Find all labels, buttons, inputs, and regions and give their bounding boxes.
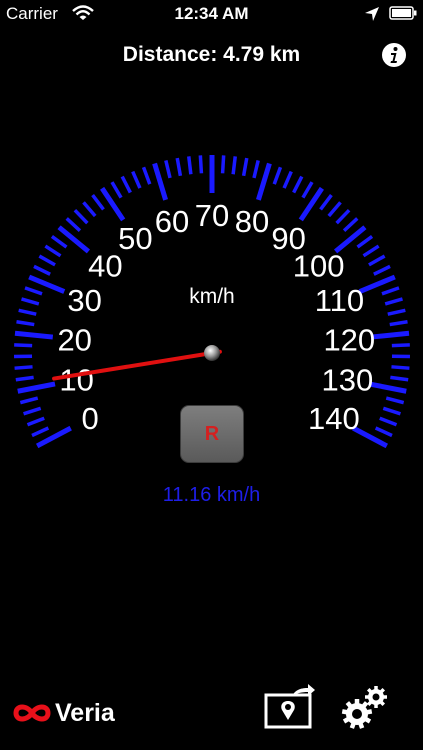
minor-tick (120, 175, 132, 194)
minor-tick (31, 426, 50, 438)
major-tick (256, 162, 272, 201)
minor-tick (50, 235, 68, 249)
minor-tick (141, 166, 152, 185)
minor-tick (16, 320, 35, 327)
tick-label: 80 (235, 204, 269, 239)
minor-tick (292, 175, 304, 194)
minor-tick (15, 375, 34, 382)
minor-tick (14, 365, 33, 370)
minor-tick (21, 297, 40, 306)
tick-label: 70 (195, 198, 229, 233)
minor-tick (362, 244, 380, 258)
minor-tick (373, 264, 391, 276)
major-tick (370, 330, 410, 340)
minor-tick (327, 201, 342, 218)
minor-tick (252, 160, 260, 179)
minor-tick (82, 201, 97, 218)
minor-tick (65, 217, 82, 232)
infinity-logo-icon (13, 704, 51, 722)
tick-label: 20 (57, 322, 91, 357)
minor-tick (175, 157, 183, 177)
minor-tick (241, 157, 249, 177)
minor-tick (335, 208, 351, 225)
minor-tick (342, 217, 359, 232)
minor-tick (14, 343, 33, 348)
speedometer-gauge: 01020304050 60 70 80 90100110120130140 km/h (14, 155, 410, 449)
tick-label: 50 (118, 221, 152, 256)
major-tick (368, 381, 407, 394)
minor-tick (356, 235, 374, 249)
tick-label: 110 (315, 283, 364, 318)
minor-tick (33, 264, 51, 276)
unit-label: km/h (189, 285, 235, 308)
minor-tick (231, 156, 237, 175)
minor-tick (282, 170, 293, 189)
minor-tick (26, 416, 45, 427)
minor-tick (91, 193, 105, 211)
tick-label: 130 (322, 363, 374, 398)
minor-tick (384, 297, 403, 306)
minor-tick (390, 375, 409, 382)
brand-logo: Veria (12, 697, 115, 729)
minor-tick (44, 244, 62, 258)
minor-tick (385, 396, 405, 405)
brand-name: Veria (55, 698, 115, 727)
minor-tick (19, 396, 39, 405)
tick-label: 10 (59, 363, 93, 398)
tick-label: 140 (308, 401, 360, 436)
map-share-icon[interactable] (264, 684, 316, 730)
minor-tick (381, 286, 400, 296)
tick-label: 0 (82, 401, 99, 436)
major-tick (57, 225, 91, 254)
minor-tick (272, 166, 283, 185)
tick-label: 120 (323, 322, 375, 357)
minor-tick (319, 193, 333, 211)
tick-label: 60 (155, 204, 189, 239)
minor-tick (391, 365, 410, 370)
minor-tick (24, 286, 43, 296)
minor-tick (18, 308, 37, 316)
minor-tick (187, 156, 193, 175)
minor-tick (164, 160, 172, 179)
current-speed-readout: 11.16 km/h (162, 484, 261, 506)
major-tick (14, 330, 54, 340)
minor-tick (23, 406, 42, 416)
minor-tick (198, 155, 204, 174)
minor-tick (382, 406, 401, 416)
tick-label: 100 (293, 248, 345, 283)
minor-tick (379, 416, 398, 427)
gear-indicator-button[interactable]: R (180, 405, 244, 463)
minor-tick (389, 320, 408, 327)
major-tick (17, 381, 56, 394)
gears-icon[interactable] (340, 684, 390, 730)
minor-tick (391, 343, 410, 348)
minor-tick (301, 181, 314, 199)
minor-tick (387, 308, 406, 316)
minor-tick (73, 208, 89, 225)
minor-tick (220, 155, 226, 174)
minor-tick (374, 426, 393, 438)
needle-hub (204, 345, 220, 361)
minor-tick (131, 170, 142, 189)
minor-tick (368, 254, 386, 267)
major-tick (152, 162, 168, 201)
tick-label: 30 (67, 283, 101, 318)
minor-tick (110, 181, 123, 199)
minor-tick (38, 254, 56, 267)
